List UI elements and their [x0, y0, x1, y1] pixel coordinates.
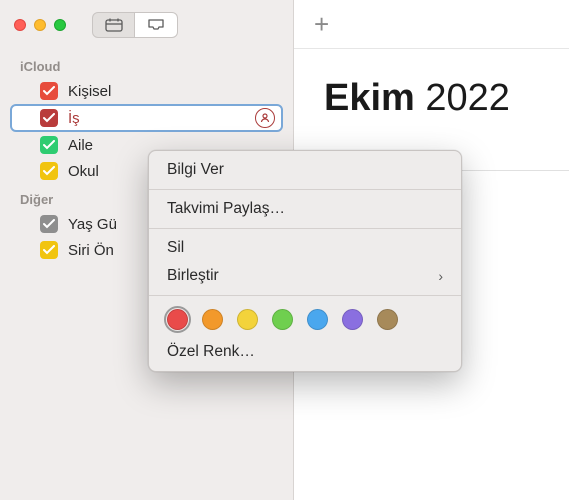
color-swatch-blue[interactable]: [307, 309, 328, 330]
checkbox-icon[interactable]: [40, 109, 58, 127]
menu-label: Birleştir: [167, 267, 219, 285]
color-swatch-yellow[interactable]: [237, 309, 258, 330]
color-swatch-brown[interactable]: [377, 309, 398, 330]
checkbox-icon[interactable]: [40, 241, 58, 259]
menu-delete[interactable]: Sil: [149, 234, 461, 262]
menu-merge[interactable]: Birleştir ›: [149, 262, 461, 290]
month-name: Ekim: [324, 77, 415, 119]
close-window-button[interactable]: [14, 19, 26, 31]
calendar-label: İş: [68, 110, 245, 127]
main-toolbar: +: [294, 0, 569, 49]
menu-get-info[interactable]: Bilgi Ver: [149, 156, 461, 184]
color-swatch-purple[interactable]: [342, 309, 363, 330]
month-year: 2022: [415, 77, 510, 119]
calendar-item-is[interactable]: İş: [10, 104, 283, 132]
color-swatch-row: [149, 301, 461, 338]
inbox-button[interactable]: [135, 12, 178, 38]
menu-separator: [149, 228, 461, 229]
context-menu: Bilgi Ver Takvimi Paylaş… Sil Birleştir …: [148, 150, 462, 372]
fullscreen-window-button[interactable]: [54, 19, 66, 31]
month-title: Ekim 2022: [294, 49, 569, 120]
window-controls: [14, 19, 66, 31]
calendar-item-kisisel[interactable]: Kişisel: [0, 78, 293, 104]
menu-share-calendar[interactable]: Takvimi Paylaş…: [149, 195, 461, 223]
menu-label: Sil: [167, 239, 184, 257]
toolbar-view-group: [92, 12, 178, 38]
color-swatch-green[interactable]: [272, 309, 293, 330]
menu-custom-color[interactable]: Özel Renk…: [149, 338, 461, 366]
inbox-icon: [147, 18, 165, 32]
menu-label: Bilgi Ver: [167, 161, 224, 179]
checkbox-icon[interactable]: [40, 136, 58, 154]
calendars-toggle-button[interactable]: [92, 12, 135, 38]
checkbox-icon[interactable]: [40, 162, 58, 180]
checkbox-icon[interactable]: [40, 215, 58, 233]
calendar-icon: [105, 18, 123, 32]
color-swatch-orange[interactable]: [202, 309, 223, 330]
checkbox-icon[interactable]: [40, 82, 58, 100]
menu-separator: [149, 189, 461, 190]
sidebar-section-header: iCloud: [0, 49, 293, 78]
calendar-label: Kişisel: [68, 83, 275, 100]
menu-separator: [149, 295, 461, 296]
minimize-window-button[interactable]: [34, 19, 46, 31]
chevron-right-icon: ›: [438, 268, 443, 284]
shared-badge-icon: [255, 108, 275, 128]
color-swatch-red[interactable]: [167, 309, 188, 330]
add-event-button[interactable]: +: [314, 9, 329, 40]
titlebar: [0, 0, 293, 49]
menu-label: Özel Renk…: [167, 343, 255, 361]
menu-label: Takvimi Paylaş…: [167, 200, 285, 218]
